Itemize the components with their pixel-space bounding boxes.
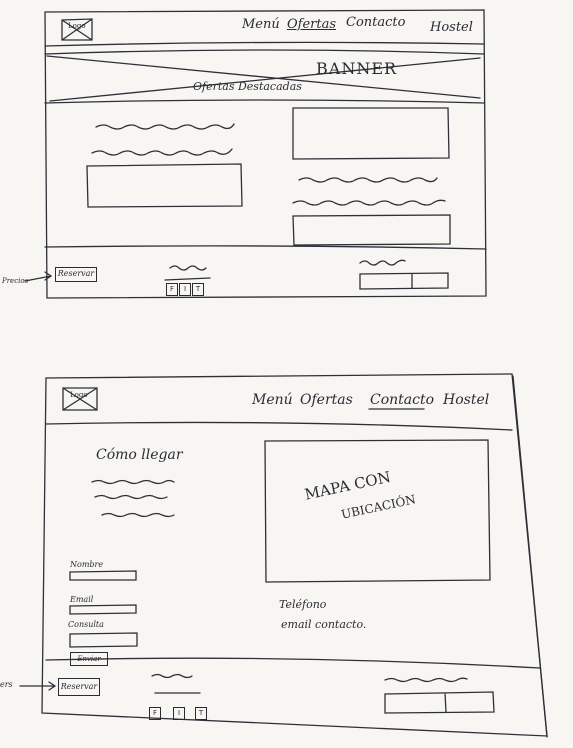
sketch1-squiggle-4: [292, 199, 446, 206]
sketch1-featured-label: Ofertas Destacadas: [193, 80, 302, 93]
sketch2-instagram-icon[interactable]: I: [173, 707, 185, 720]
sketch2-facebook-icon[interactable]: F: [149, 707, 161, 720]
sketch1-logo-label: Logo: [68, 22, 86, 30]
sketch2-squiggle-2: [94, 494, 168, 500]
sketch1-squiggle-1: [95, 123, 235, 130]
sketch2-nav-hostel[interactable]: Hostel: [443, 392, 489, 408]
sketch1-nav-menu[interactable]: Menú: [242, 17, 280, 32]
sketch1-footer-squiggle-left: [169, 265, 207, 271]
sketch1-squiggle-2: [91, 148, 233, 156]
sketch1-nav-contacto[interactable]: Contacto: [346, 15, 405, 30]
sketch2-message-field: [69, 632, 138, 648]
sketch2-email-field: [69, 604, 137, 615]
sketch2-contact-phone: Teléfono: [279, 598, 327, 611]
sketch1-footer-squiggle-right: [359, 259, 406, 266]
sketch2-squiggle-1: [91, 479, 175, 485]
sketch2-footer-squiggle-right: [384, 677, 468, 683]
sketch1-right-bottom-box: [292, 214, 451, 246]
sketch2-section-title: Cómo llegar: [96, 447, 183, 463]
sketch-strokes: [19, 9, 548, 738]
sketch1-frame: [44, 9, 487, 299]
sketch1-squiggle-3: [298, 177, 438, 183]
sketch1-left-box: [86, 163, 243, 208]
sketch2-twitter-icon[interactable]: T: [195, 707, 207, 720]
sketch1-footer-line-left: [164, 277, 211, 281]
sketch2-logo-label: Logo: [70, 391, 88, 399]
sketch2-squiggle-3: [101, 512, 175, 518]
sketch2-nav-menu[interactable]: Menú: [252, 392, 293, 408]
sketch1-nav-ofertas[interactable]: Ofertas: [287, 17, 336, 32]
sketch1-footer-input: [359, 272, 449, 290]
sketch1-twitter-icon[interactable]: T: [192, 283, 204, 296]
sketch2-reserve-button[interactable]: Reservar: [58, 678, 100, 696]
sketch2-nav-contacto[interactable]: Contacto: [370, 392, 434, 408]
sketch1-instagram-icon[interactable]: I: [179, 283, 191, 296]
sketch2-nav-ofertas[interactable]: Ofertas: [300, 392, 353, 408]
wireframe-sheet: Logo Menú Ofertas Contacto Hostel BANNER…: [0, 0, 573, 748]
sketch1-right-top-box: [292, 107, 450, 160]
sketch1-facebook-icon[interactable]: F: [166, 283, 178, 296]
sketch2-email-label: Email: [70, 595, 94, 604]
sketch1-reserve-button[interactable]: Reservar: [55, 267, 97, 282]
sketch2-footer-input: [384, 691, 495, 714]
sketch2-name-field: [69, 570, 137, 581]
sketch2-contact-email: email contacto.: [281, 618, 367, 631]
sketch2-side-note: ers: [0, 680, 13, 689]
sketch2-submit-button[interactable]: Enviar: [70, 652, 108, 666]
sketch1-banner-cross: [46, 55, 481, 102]
sketch1-nav-hostel[interactable]: Hostel: [430, 20, 473, 35]
sketch2-message-label: Consulta: [68, 620, 104, 629]
sketch1-side-note: Precios: [2, 277, 29, 285]
sketch2-footer-squiggle-left: [151, 673, 193, 679]
sketch2-name-label: Nombre: [70, 560, 104, 569]
sketch1-banner-label: BANNER: [316, 59, 398, 78]
